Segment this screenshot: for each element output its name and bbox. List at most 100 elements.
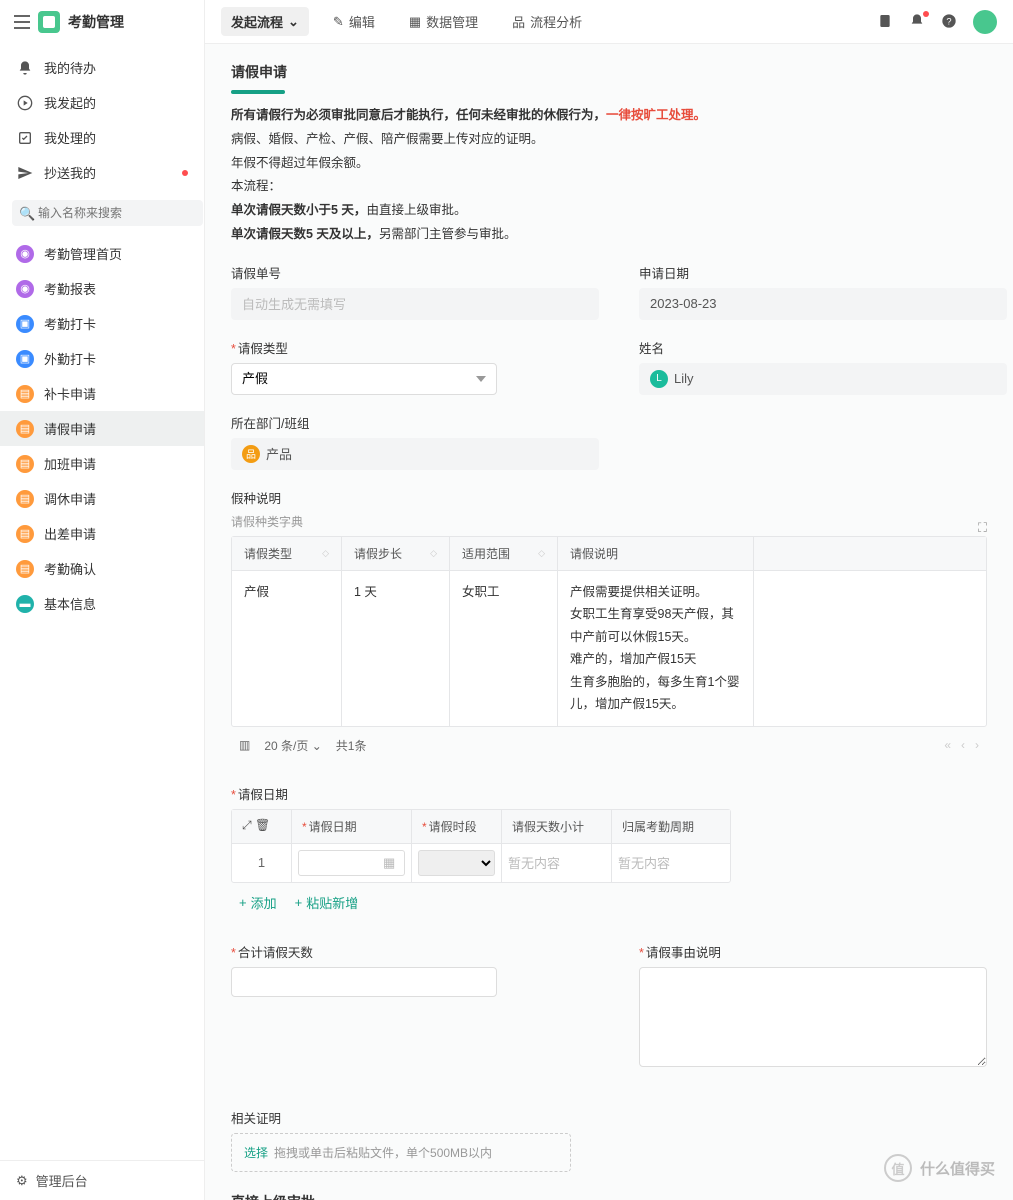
app-icon: [38, 11, 60, 33]
unread-dot-icon: [182, 170, 188, 176]
total-count: 共1条: [336, 737, 367, 754]
nav-my-initiated[interactable]: 我发起的: [0, 85, 204, 120]
nav-basic-info[interactable]: ▬基本信息: [0, 586, 204, 621]
chart-icon: 品: [512, 12, 525, 31]
th-empty: [754, 537, 986, 570]
id-label: 请假单号: [231, 263, 599, 282]
main: 发起流程 ⌄ ✎编辑 ▦数据管理 品流程分析 ? 请假申请 所有请假行为必须审批…: [205, 0, 1013, 1200]
nav-attendance-home[interactable]: ◉考勤管理首页: [0, 236, 204, 271]
book-icon[interactable]: [877, 13, 895, 31]
calendar-icon[interactable]: ▦: [383, 855, 395, 871]
topbar: 发起流程 ⌄ ✎编辑 ▦数据管理 品流程分析 ?: [205, 0, 1013, 44]
reason-textarea[interactable]: [639, 967, 987, 1067]
dth-subtotal: 请假天数小计: [502, 810, 612, 844]
td-desc: 产假需要提供相关证明。 女职工生育享受98天产假，其中产前可以休假15天。 难产…: [558, 571, 754, 726]
nav-leave-apply[interactable]: ▤请假申请: [0, 411, 204, 446]
dept-field: 品产品: [231, 438, 599, 470]
menu-toggle-icon[interactable]: [14, 15, 30, 29]
analysis-button[interactable]: 品流程分析: [502, 7, 592, 36]
column-settings-icon[interactable]: ▥: [239, 738, 250, 752]
gear-icon: ⚙: [16, 1173, 28, 1189]
date-label: 申请日期: [639, 263, 1007, 282]
nav-cc-me[interactable]: 抄送我的: [0, 155, 204, 190]
expand-icon[interactable]: ⛶: [978, 520, 987, 536]
leave-date-table: ⤢ 🗑 请假日期 请假时段 请假天数小计 归属考勤周期 1 ▦ 暂无内容 暂无内…: [231, 809, 731, 883]
send-icon: [16, 164, 34, 182]
nav-field-clock[interactable]: ▣外勤打卡: [0, 341, 204, 376]
type-label: 请假类型: [231, 338, 497, 357]
form-icon: ▤: [16, 525, 34, 543]
nav-clock-in[interactable]: ▣考勤打卡: [0, 306, 204, 341]
user-avatar[interactable]: [973, 10, 997, 34]
form-icon: ▤: [16, 385, 34, 403]
table-pagination: ▥ 20 条/页 ⌄ 共1条 « ‹ ›: [231, 727, 987, 764]
table-row: 产假 1 天 女职工 产假需要提供相关证明。 女职工生育享受98天产假，其中产前…: [232, 571, 986, 726]
section-underline: [231, 90, 285, 94]
delete-icon[interactable]: 🗑: [255, 818, 270, 832]
sidebar-search-input[interactable]: [12, 200, 203, 226]
upload-select-link[interactable]: 选择: [244, 1144, 268, 1161]
search-icon: 🔍: [19, 206, 35, 222]
subtotal-field: 暂无内容: [508, 853, 560, 872]
leavedate-label: 请假日期: [231, 784, 987, 803]
nav-my-processed[interactable]: 我处理的: [0, 120, 204, 155]
user-icon: L: [650, 370, 668, 388]
table-row: 1 ▦ 暂无内容 暂无内容: [232, 844, 730, 882]
period-select[interactable]: [418, 850, 495, 876]
total-days-label: 合计请假天数: [231, 942, 497, 961]
upload-zone[interactable]: 选择拖拽或单击后粘贴文件，单个500MB以内: [231, 1133, 571, 1172]
add-row-button[interactable]: + 添加: [239, 893, 277, 912]
nav-my-todo[interactable]: 我的待办: [0, 50, 204, 85]
th-scope[interactable]: 适用范围◇: [450, 537, 558, 570]
form-icon: ▤: [16, 455, 34, 473]
nav-overtime-apply[interactable]: ▤加班申请: [0, 446, 204, 481]
home-icon: ◉: [16, 245, 34, 263]
id-field: 自动生成无需填写: [231, 288, 599, 320]
dth-cycle: 归属考勤周期: [612, 810, 730, 844]
date-field: 2023-08-23: [639, 288, 1007, 320]
dth-period: 请假时段: [412, 810, 502, 844]
form-icon: ▤: [16, 560, 34, 578]
proof-label: 相关证明: [231, 1108, 987, 1127]
launch-workflow-button[interactable]: 发起流程 ⌄: [221, 7, 309, 36]
th-step[interactable]: 请假步长◇: [342, 537, 450, 570]
org-icon: 品: [242, 445, 260, 463]
edit-button[interactable]: ✎编辑: [323, 7, 385, 36]
nav-rest-apply[interactable]: ▤调休申请: [0, 481, 204, 516]
nav-trip-apply[interactable]: ▤出差申请: [0, 516, 204, 551]
sort-icon: ◇: [430, 548, 437, 559]
th-type[interactable]: 请假类型◇: [232, 537, 342, 570]
form-icon: ▤: [16, 420, 34, 438]
type-select[interactable]: 产假: [231, 363, 497, 395]
nav-attendance-report[interactable]: ◉考勤报表: [0, 271, 204, 306]
cycle-field: 暂无内容: [618, 853, 670, 872]
sort-icon: ◇: [322, 548, 329, 559]
reason-label: 请假事由说明: [639, 942, 987, 961]
sort-icon: ◇: [538, 548, 545, 559]
admin-backend-link[interactable]: ⚙管理后台: [0, 1160, 204, 1200]
sidebar: 考勤管理 我的待办 我发起的 我处理的 抄送我的 🔍 + ◉考勤管理首页 ◉考勤…: [0, 0, 205, 1200]
expand-icon[interactable]: ⤢: [242, 818, 252, 832]
first-page-icon[interactable]: «: [944, 738, 951, 752]
notice-text: 所有请假行为必须审批同意后才能执行，任何未经审批的休假行为，一律按旷工处理。 病…: [231, 104, 987, 247]
name-field: LLily: [639, 363, 1007, 395]
play-icon: [16, 94, 34, 112]
nav-makeup-apply[interactable]: ▤补卡申请: [0, 376, 204, 411]
total-days-input[interactable]: [231, 967, 497, 997]
paste-row-button[interactable]: + 粘贴新增: [295, 893, 359, 912]
next-page-icon[interactable]: ›: [975, 738, 979, 752]
help-icon[interactable]: ?: [941, 13, 959, 31]
checklist-icon: [16, 129, 34, 147]
data-mgmt-button[interactable]: ▦数据管理: [399, 7, 488, 36]
nav-attendance-confirm[interactable]: ▤考勤确认: [0, 551, 204, 586]
prev-page-icon[interactable]: ‹: [961, 738, 965, 752]
bell-icon: [16, 59, 34, 77]
name-label: 姓名: [639, 338, 1007, 357]
page-size-select[interactable]: 20 条/页 ⌄: [264, 737, 321, 754]
pencil-icon: ✎: [333, 14, 344, 30]
notification-icon[interactable]: [909, 13, 927, 31]
dth-date: 请假日期: [292, 810, 412, 844]
approve1-title: 直接上级审批: [231, 1192, 987, 1200]
th-desc: 请假说明: [558, 537, 754, 570]
app-title: 考勤管理: [68, 12, 124, 32]
